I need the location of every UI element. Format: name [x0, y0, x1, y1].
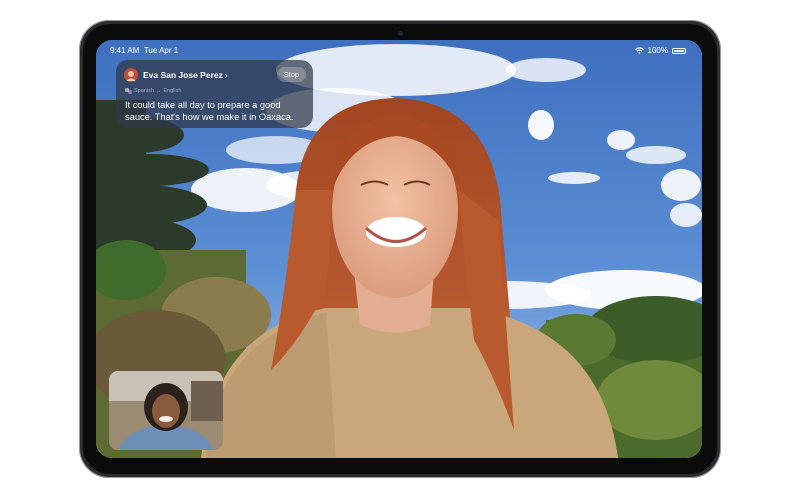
status-bar: 9:41 AM Tue Apr 1 100%	[96, 40, 702, 56]
caller-name-text: Eva San Jose Perez	[143, 70, 223, 80]
source-language: Spanish	[134, 88, 154, 94]
wifi-icon	[634, 47, 644, 54]
translate-icon	[125, 88, 132, 94]
date-text: Tue Apr 1	[143, 46, 179, 55]
self-view-video	[109, 371, 223, 450]
facetime-screen: 9:41 AM Tue Apr 1 100% Eva San Jose Pere…	[96, 40, 702, 458]
status-right: 100%	[634, 46, 686, 55]
translated-transcript: It could take all day to prepare a good …	[125, 100, 294, 122]
stop-translation-button[interactable]: Stop	[276, 67, 306, 82]
status-time: 9:41 AM Tue Apr 1	[110, 46, 178, 55]
front-camera	[398, 31, 403, 36]
caller-avatar	[124, 68, 138, 82]
target-language: English	[163, 88, 182, 94]
battery-percent: 100%	[647, 46, 668, 55]
live-translation-banner[interactable]: Eva San Jose Perez › Stop Spanish → Engli…	[116, 60, 313, 128]
self-view-pip[interactable]	[109, 371, 223, 450]
language-indicator: Spanish → English	[125, 88, 181, 94]
chevron-right-icon: ›	[224, 70, 228, 80]
battery-icon	[672, 47, 686, 54]
time-text: 9:41 AM	[110, 46, 140, 55]
caller-name[interactable]: Eva San Jose Perez ›	[143, 70, 228, 80]
arrow-icon: →	[155, 88, 162, 94]
